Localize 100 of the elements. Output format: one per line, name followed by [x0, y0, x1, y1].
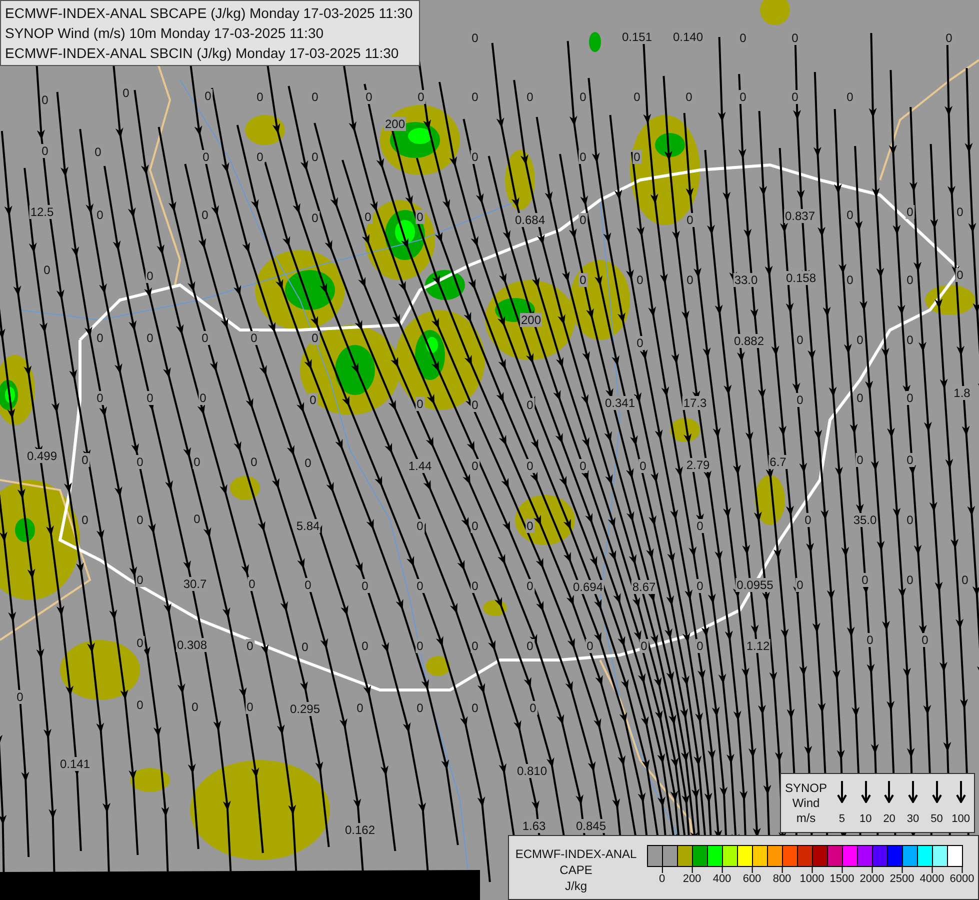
map-value-label: 0.837 — [784, 209, 816, 223]
map-value-label: 0 — [200, 331, 210, 345]
scale-label: 0 — [658, 873, 666, 885]
map-value-label: 0 — [80, 513, 90, 527]
map-value-label: 0 — [256, 150, 264, 164]
map-value-label: 30.7 — [182, 577, 208, 591]
map-value-label: 0 — [470, 579, 480, 593]
map-value-label: 0 — [944, 31, 954, 45]
map-value-label: 0 — [846, 208, 854, 222]
map-value-label: 0 — [906, 205, 914, 219]
scale-label: 2000 — [860, 873, 884, 885]
map-value-label: 0 — [860, 573, 870, 587]
speed-label: 100 — [952, 813, 970, 825]
map-value-label: 0.295 — [288, 702, 322, 716]
map-value-label: 0 — [956, 205, 964, 219]
map-value-label: 0 — [856, 333, 864, 347]
map-value-label: 0 — [470, 150, 480, 164]
map-value-label: 0 — [146, 331, 154, 345]
map-value-label: 0 — [526, 639, 534, 653]
map-value-label: 0 — [632, 90, 642, 104]
map-value-label: 0 — [636, 336, 644, 350]
map-value-label: 0 — [470, 639, 480, 653]
map-value-label: 0 — [578, 90, 588, 104]
map-value-label: 0 — [246, 700, 254, 714]
map-value-label: 33.0 — [733, 273, 759, 287]
map-value-label: 6.7 — [768, 455, 788, 469]
map-value-label: 0 — [416, 397, 424, 411]
map-value-label: 0 — [528, 701, 538, 715]
map-value-label: 0 — [470, 90, 480, 104]
map-value-label: 0 — [96, 208, 104, 222]
map-value-label: 0.694 — [572, 580, 604, 594]
scale-label: 800 — [772, 873, 792, 885]
map-value-label: 0 — [920, 633, 930, 647]
map-value-label: 0 — [640, 639, 648, 653]
legend-title: CAPE — [560, 862, 592, 878]
map-value-label: 0 — [310, 150, 320, 164]
scale-label: 600 — [742, 873, 762, 885]
map-value-label: 0 — [846, 273, 854, 287]
map-value-label: 0 — [856, 391, 864, 405]
map-value-label: 0 — [198, 391, 208, 405]
map-value-label: 0 — [146, 269, 154, 283]
map-value-label: 0.882 — [732, 334, 766, 348]
map-value-label: 0 — [686, 213, 694, 227]
map-value-label: 0 — [738, 31, 748, 45]
map-value-label: 0 — [192, 455, 202, 469]
map-value-label: 0 — [122, 86, 130, 100]
map-value-label: 0 — [96, 391, 104, 405]
map-value-label: 0 — [790, 90, 800, 104]
map-value-label: 0 — [738, 90, 748, 104]
scale-label: 2500 — [890, 873, 914, 885]
map-value-label: 0.0955 — [736, 578, 774, 592]
map-value-label: 0 — [416, 701, 424, 715]
map-value-label: 1.44 — [407, 459, 433, 473]
map-value-label: 200 — [384, 117, 406, 131]
map-value-label: 0 — [204, 89, 212, 103]
map-value-label: 0 — [80, 453, 90, 467]
map-value-label: 0 — [636, 273, 644, 287]
map-value-label: 0 — [310, 211, 320, 225]
map-value-label: 0 — [96, 331, 104, 345]
map-value-label: 0 — [790, 31, 800, 45]
speed-label: 10 — [859, 813, 872, 825]
map-value-label: 0.845 — [574, 819, 608, 833]
map-value-label: 0 — [16, 690, 24, 704]
map-value-label: 0 — [526, 459, 534, 473]
legend-title: J/kg — [564, 878, 587, 894]
map-value-label: 0 — [578, 273, 588, 287]
map-value-label: 0 — [250, 331, 258, 345]
map-value-label: 0 — [470, 519, 480, 533]
map-value-label: 0.499 — [26, 449, 58, 463]
map-value-label: 1.63 — [521, 819, 547, 833]
wind-arrow-icon — [836, 781, 847, 803]
map-value-label: 0 — [310, 90, 320, 104]
map-value-label: 0 — [960, 573, 970, 587]
map-value-label: 0 — [684, 90, 694, 104]
map-value-label: 0 — [696, 519, 704, 533]
wind-arrow-icon — [860, 781, 871, 803]
map-value-label: 0 — [246, 639, 254, 653]
map-value-label: 12.5 — [29, 205, 55, 219]
map-value-label: 0 — [696, 579, 704, 593]
map-value-label: 0 — [190, 700, 200, 714]
map-value-label: 0 — [356, 701, 364, 715]
map-value-label: 5.84 — [295, 519, 321, 533]
scale-label: 1500 — [830, 873, 854, 885]
map-value-label: 0 — [136, 573, 144, 587]
map-value-label: 0 — [526, 579, 534, 593]
map-value-label: 0.810 — [516, 764, 548, 778]
map-value-label: 0 — [146, 391, 154, 405]
map-value-label: 0 — [956, 268, 964, 282]
map-value-label: 0 — [300, 640, 310, 654]
map-value-label: 0 — [470, 31, 480, 45]
map-value-label: 0 — [40, 93, 50, 107]
map-value-label: 0.140 — [672, 30, 704, 44]
scale-label: 1000 — [800, 873, 824, 885]
speed-label: 20 — [883, 813, 896, 825]
map-value-label: 0 — [686, 273, 694, 287]
speed-label: 30 — [906, 813, 920, 825]
map-value-label: 0 — [364, 90, 374, 104]
map-value-label: 0 — [906, 453, 914, 467]
map-value-label: 0.141 — [58, 757, 92, 771]
map-value-label: 0 — [360, 639, 370, 653]
